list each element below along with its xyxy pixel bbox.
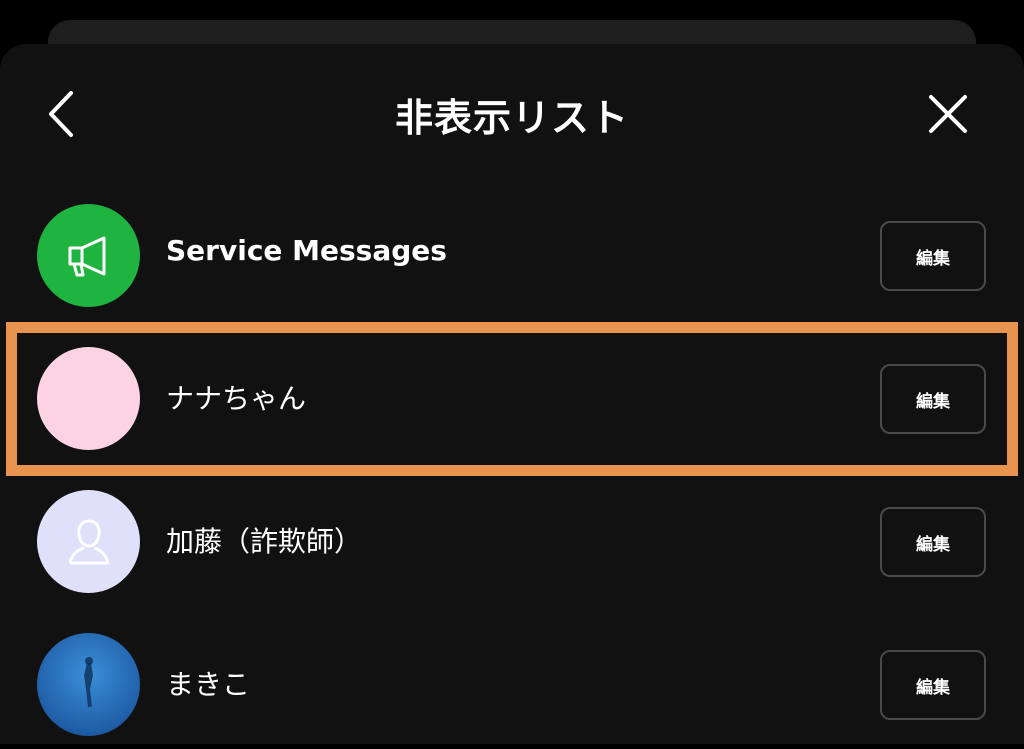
diver-silhouette: [83, 656, 93, 707]
edit-button[interactable]: 編集: [880, 364, 986, 434]
close-icon: [929, 95, 967, 133]
list-item[interactable]: ナナちゃん 編集: [0, 333, 1024, 463]
photo-avatar: [37, 633, 140, 736]
avatar: [37, 347, 140, 450]
close-button[interactable]: [918, 84, 978, 144]
contact-name: まきこ: [166, 668, 251, 701]
contact-name: ナナちゃん: [166, 382, 307, 415]
page-title: 非表示リスト: [394, 96, 629, 140]
avatar: [37, 204, 140, 307]
avatar: [37, 490, 140, 593]
megaphone-icon: [68, 236, 105, 276]
contact-name: 加藤（詐欺師）: [166, 525, 363, 558]
edit-button[interactable]: 編集: [880, 221, 986, 291]
hidden-list-sheet: 非表示リスト Service Messages 編集 ナナちゃん 編集 加藤（詐…: [0, 44, 1024, 744]
list-item[interactable]: Service Messages 編集: [0, 190, 1024, 320]
edit-button[interactable]: 編集: [880, 507, 986, 577]
contact-name: Service Messages: [166, 234, 447, 267]
list-item[interactable]: 加藤（詐欺師） 編集: [0, 476, 1024, 606]
person-icon: [68, 518, 109, 564]
edit-button[interactable]: 編集: [880, 650, 986, 720]
header: 非表示リスト: [0, 44, 1024, 178]
list-item[interactable]: まきこ 編集: [0, 619, 1024, 749]
